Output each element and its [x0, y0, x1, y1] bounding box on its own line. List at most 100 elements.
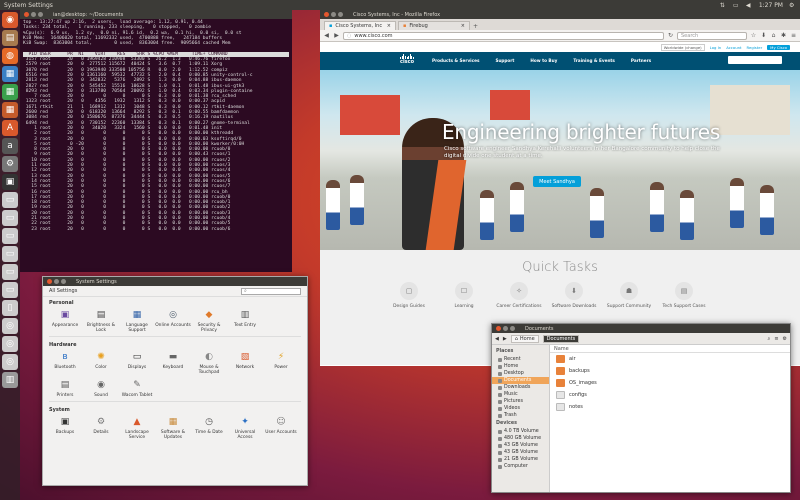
country-selector[interactable]: Worldwide (change) — [660, 43, 705, 51]
name-column-header[interactable]: Name — [550, 345, 790, 353]
sidebar-place-desktop[interactable]: Desktop — [492, 370, 549, 377]
network-icon[interactable]: ⇅ — [720, 2, 727, 9]
firefox-icon[interactable]: ◍ — [2, 48, 18, 64]
settings-item-keyboard[interactable]: ▬ Keyboard — [155, 350, 191, 375]
settings-item-details[interactable]: ⚙ Details — [83, 415, 119, 440]
cisco-nav-item[interactable]: Training & Events — [573, 58, 615, 63]
cisco-nav-item[interactable]: Support — [495, 58, 514, 63]
close-icon[interactable] — [496, 326, 501, 331]
home-icon[interactable]: ⌂ — [770, 32, 777, 39]
terminal-window[interactable]: ian@desktop: ~/Documents top - 13:27:47 … — [20, 10, 292, 272]
forward-icon[interactable]: ▶ — [333, 32, 340, 39]
power-icon[interactable]: ⚙ — [789, 2, 796, 9]
close-icon[interactable] — [24, 12, 29, 17]
close-icon[interactable] — [324, 12, 329, 17]
close-tab-icon[interactable]: × — [387, 23, 391, 29]
quick-task-item[interactable]: ▤ Tech Support Cases — [663, 282, 706, 309]
settings-item-time-date[interactable]: ◷ Time & Date — [191, 415, 227, 440]
settings-item-user-accounts[interactable]: ☺ User Accounts — [263, 415, 299, 440]
sidebar-device[interactable]: 43 GB Volume — [492, 449, 549, 456]
settings-search-input[interactable]: ⌕ — [241, 287, 301, 295]
maximize-icon[interactable] — [38, 12, 43, 17]
quick-task-item[interactable]: ⬇ Software Downloads — [552, 282, 596, 309]
meet-sandhya-button[interactable]: Meet Sandhya — [533, 176, 581, 187]
settings-item-displays[interactable]: ▭ Displays — [119, 350, 155, 375]
libreoffice-impress-icon[interactable]: ▦ — [2, 102, 18, 118]
all-settings-button[interactable]: All Settings — [49, 288, 77, 294]
quick-task-item[interactable]: ☗ Support Community — [607, 282, 651, 309]
terminal-icon[interactable]: ▣ — [2, 174, 18, 190]
sidebar-device[interactable]: 43 GB Volume — [492, 442, 549, 449]
dash-icon[interactable]: ◉ — [2, 12, 18, 28]
minimize-icon[interactable] — [54, 279, 59, 284]
search-field[interactable]: Search — [677, 31, 747, 40]
file-row[interactable]: configs — [550, 389, 790, 401]
firefox-window[interactable]: Cisco Systems, Inc - Mozilla Firefox ▪ C… — [320, 10, 800, 366]
drive-4-icon[interactable]: ▭ — [2, 246, 18, 262]
drive-6-icon[interactable]: ▭ — [2, 282, 18, 298]
settings-item-appearance[interactable]: ▣ Appearance — [47, 308, 83, 333]
sidebar-place-documents[interactable]: Documents — [492, 377, 549, 384]
maximize-icon[interactable] — [61, 279, 66, 284]
firebug-icon[interactable]: ✱ — [780, 32, 787, 39]
file-row[interactable]: notes — [550, 401, 790, 413]
settings-item-mouse-touchpad[interactable]: ◐ Mouse & Touchpad — [191, 350, 227, 376]
sidebar-place-recent[interactable]: Recent — [492, 356, 549, 363]
login-link[interactable]: Log In — [710, 45, 722, 50]
disc-1-icon[interactable]: ◎ — [2, 318, 18, 334]
path-home-button[interactable]: ⌂ Home — [510, 334, 539, 343]
drive-5-icon[interactable]: ▭ — [2, 264, 18, 280]
settings-item-power[interactable]: ⚡ Power — [263, 350, 299, 375]
settings-item-wacom-tablet[interactable]: ✎ Wacom Tablet — [119, 378, 155, 399]
quick-task-item[interactable]: ☐ Learning — [445, 282, 483, 309]
usb-icon[interactable]: ▯ — [2, 300, 18, 316]
file-row[interactable]: backups — [550, 365, 790, 377]
tab-cisco[interactable]: ▪ Cisco Systems, Inc × — [324, 21, 396, 30]
settings-gear-icon[interactable]: ⚙ — [783, 336, 787, 342]
view-list-icon[interactable]: ≡ — [774, 336, 778, 342]
new-tab-button[interactable]: + — [472, 23, 479, 30]
search-icon[interactable]: ⌕ — [768, 336, 771, 342]
maximize-icon[interactable] — [510, 326, 515, 331]
terminal-output[interactable]: top - 13:27:47 up 2:16, 2 users, load av… — [20, 19, 292, 272]
forward-icon[interactable]: ▶ — [503, 336, 507, 342]
tab-firebug[interactable]: ▪ Firebug × — [398, 21, 470, 30]
sidebar-place-videos[interactable]: Videos — [492, 405, 549, 412]
account-link[interactable]: Account — [726, 45, 741, 50]
sidebar-device[interactable]: 21 GB Volume — [492, 456, 549, 463]
sidebar-place-home[interactable]: Home — [492, 363, 549, 370]
cisco-nav-item[interactable]: How to Buy — [530, 58, 557, 63]
settings-titlebar[interactable]: System Settings — [43, 277, 307, 286]
firefox-titlebar[interactable]: Cisco Systems, Inc - Mozilla Firefox — [320, 10, 800, 19]
libreoffice-calc-icon[interactable]: ▦ — [2, 84, 18, 100]
downloads-icon[interactable]: ⬇ — [760, 32, 767, 39]
software-center-icon[interactable]: A — [2, 120, 18, 136]
settings-item-security-privacy[interactable]: ◆ Security & Privacy — [191, 308, 227, 334]
close-tab-icon[interactable]: × — [461, 23, 465, 29]
system-settings-icon[interactable]: ⚙ — [2, 156, 18, 172]
path-documents-button[interactable]: Documents — [542, 334, 580, 343]
settings-item-software-updates[interactable]: ▦ Software & Updates — [155, 415, 191, 441]
trash-icon[interactable]: ▥ — [2, 372, 18, 388]
drive-3-icon[interactable]: ▭ — [2, 228, 18, 244]
settings-item-network[interactable]: ▧ Network — [227, 350, 263, 375]
back-icon[interactable]: ◀ — [495, 336, 499, 342]
settings-item-brightness-lock[interactable]: ▤ Brightness & Lock — [83, 308, 119, 334]
system-settings-window[interactable]: System Settings All Settings ⌕ Personal ▣… — [42, 276, 308, 486]
settings-item-sound[interactable]: ◉ Sound — [83, 378, 119, 399]
sidebar-place-pictures[interactable]: Pictures — [492, 398, 549, 405]
bookmark-star-icon[interactable]: ☆ — [750, 32, 757, 39]
files-window[interactable]: Documents ◀ ▶ ⌂ Home Documents ⌕ ≡ ⚙ Pla… — [491, 323, 791, 493]
settings-item-bluetooth[interactable]: ʙ Bluetooth — [47, 350, 83, 375]
quick-task-item[interactable]: ✧ Career Certifications — [496, 282, 542, 309]
sidebar-place-trash[interactable]: Trash — [492, 412, 549, 419]
close-icon[interactable] — [47, 279, 52, 284]
keyboard-icon[interactable]: ▭ — [733, 2, 740, 9]
settings-item-backups[interactable]: ▣ Backups — [47, 415, 83, 440]
sidebar-place-downloads[interactable]: Downloads — [492, 384, 549, 391]
sidebar-device[interactable]: Computer — [492, 463, 549, 470]
url-bar[interactable]: ◌ www.cisco.com — [343, 31, 664, 40]
register-link[interactable]: Register — [747, 45, 763, 50]
minimize-icon[interactable] — [31, 12, 36, 17]
terminal-titlebar[interactable]: ian@desktop: ~/Documents — [20, 10, 292, 19]
